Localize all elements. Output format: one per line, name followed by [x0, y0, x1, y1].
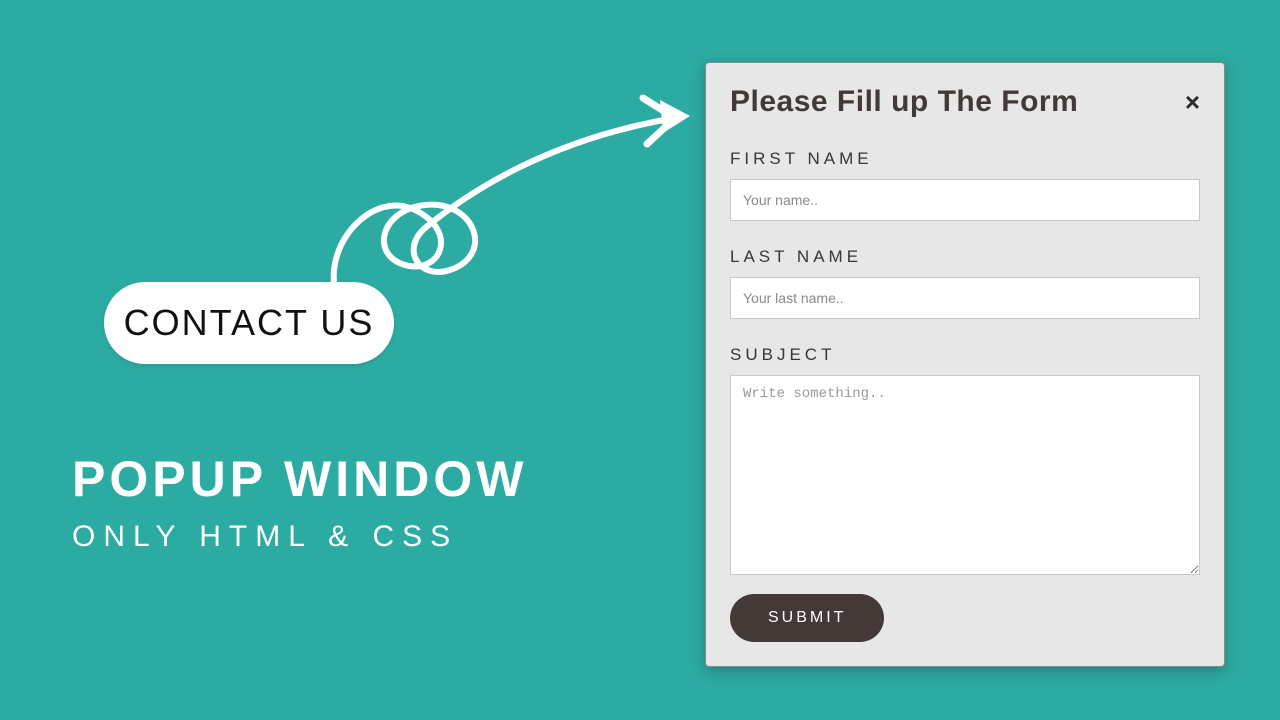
popup-header: Please Fill up The Form ×	[730, 85, 1200, 119]
close-icon[interactable]: ×	[1185, 89, 1200, 115]
last-name-input[interactable]	[730, 277, 1200, 319]
contact-form-popup: Please Fill up The Form × FIRST NAME LAS…	[705, 62, 1225, 667]
headline-block: POPUP WINDOW ONLY HTML & CSS	[72, 450, 527, 554]
headline-subtitle: ONLY HTML & CSS	[72, 520, 527, 554]
headline-title: POPUP WINDOW	[72, 450, 527, 508]
subject-textarea[interactable]	[730, 375, 1200, 575]
last-name-label: LAST NAME	[730, 247, 1200, 267]
contact-us-label: CONTACT US	[124, 302, 375, 344]
submit-button[interactable]: SUBMIT	[730, 594, 884, 642]
first-name-label: FIRST NAME	[730, 149, 1200, 169]
popup-title: Please Fill up The Form	[730, 85, 1078, 119]
subject-label: SUBJECT	[730, 345, 1200, 365]
first-name-input[interactable]	[730, 179, 1200, 221]
curly-arrow-icon	[235, 60, 705, 300]
